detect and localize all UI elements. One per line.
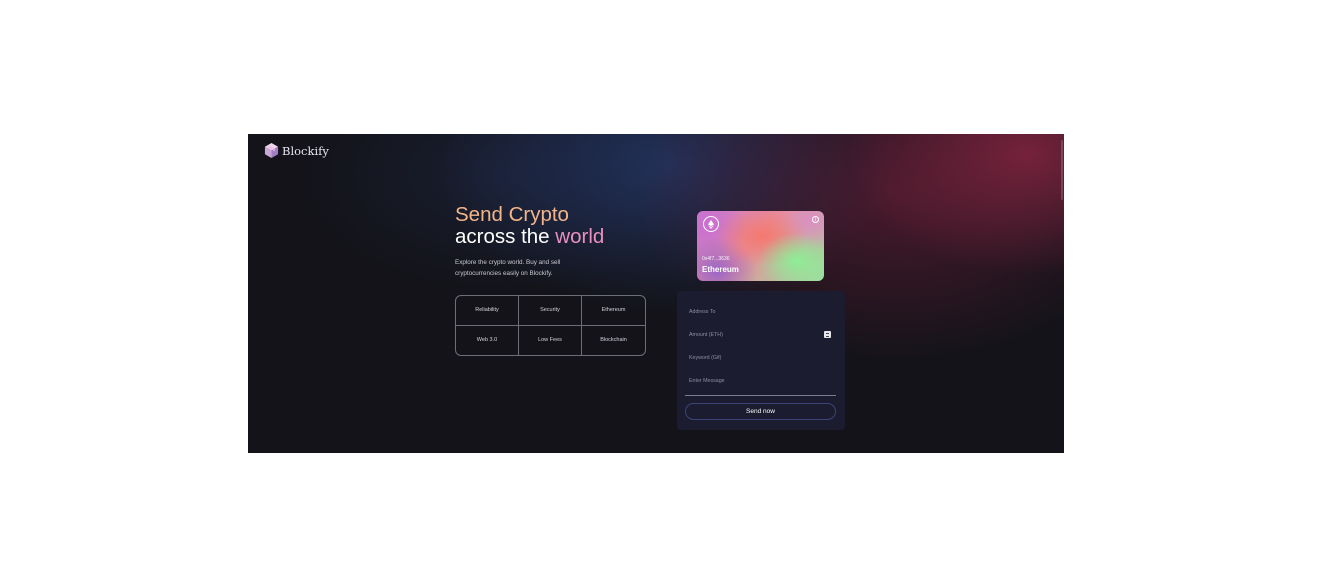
keyword-placeholder: Keyword (Gif) <box>689 355 722 361</box>
message-placeholder: Enter Message <box>689 378 725 384</box>
ethereum-card: i 0x4f7...3636 Ethereum <box>697 211 824 281</box>
info-icon[interactable]: i <box>812 216 819 223</box>
cube-logo-icon <box>264 143 279 158</box>
feature-reliability: Reliability <box>456 296 519 326</box>
amount-placeholder: Amount (ETH) <box>689 332 723 338</box>
scrollbar[interactable] <box>1061 140 1063 200</box>
brand-logo[interactable]: Blockify <box>264 142 329 159</box>
hero-title: Send Crypto across the world <box>455 204 604 247</box>
ethereum-icon <box>703 216 719 232</box>
hero-title-line1: Send Crypto <box>455 203 569 226</box>
send-form: Address To Amount (ETH) Keyword (Gif) En… <box>677 291 845 430</box>
hero-title-world: world <box>555 224 605 248</box>
feature-web3: Web 3.0 <box>456 325 519 355</box>
amount-input[interactable]: Amount (ETH) <box>689 329 835 341</box>
amount-stepper[interactable] <box>824 331 831 338</box>
address-input[interactable]: Address To <box>689 306 835 318</box>
feature-low-fees: Low Fees <box>519 325 582 355</box>
feature-grid: Reliability Security Ethereum Web 3.0 Lo… <box>455 295 646 356</box>
app-window: Blockify Send Crypto across the world Ex… <box>248 134 1064 453</box>
wallet-address: 0x4f7...3636 <box>702 256 730 262</box>
feature-security: Security <box>519 296 582 326</box>
keyword-input[interactable]: Keyword (Gif) <box>689 352 835 364</box>
hero-title-across: across the <box>455 224 556 248</box>
form-divider <box>685 395 836 396</box>
message-input[interactable]: Enter Message <box>689 375 835 387</box>
network-name: Ethereum <box>702 265 739 274</box>
hero-subtitle: Explore the crypto world. Buy and sell c… <box>455 259 561 277</box>
address-placeholder: Address To <box>689 309 716 315</box>
brand-name: Blockify <box>282 143 329 158</box>
feature-ethereum: Ethereum <box>582 296 645 326</box>
hero-title-line2: across the world <box>455 224 605 248</box>
send-now-button[interactable]: Send now <box>685 403 836 420</box>
feature-blockchain: Blockchain <box>600 337 627 344</box>
